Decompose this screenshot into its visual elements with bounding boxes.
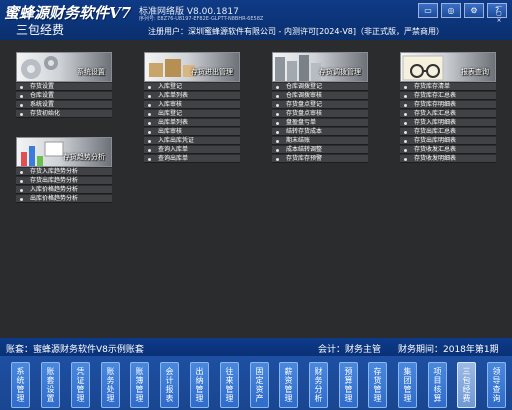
nav-button[interactable]: 出纳管理 (190, 362, 209, 408)
menu-item[interactable]: 出库单列表 (144, 119, 240, 127)
nav-button[interactable]: 领导查询 (487, 362, 506, 408)
menu-item[interactable]: 存货盘点审核 (272, 110, 368, 118)
group-banner[interactable]: 存货调拨管理 (272, 52, 368, 82)
close-button[interactable]: × (492, 18, 506, 24)
group-banner[interactable]: 报表查询 (400, 52, 496, 82)
menu-item[interactable]: 入库出库凭证 (144, 137, 240, 145)
group-trend-analysis: 存货趋势分析 存货入库趋势分析 存货出库趋势分析 入库价格趋势分析 出库价格趋势… (16, 137, 112, 203)
menu-item[interactable]: 存货盘点登记 (272, 101, 368, 109)
menu-item[interactable]: 盘盈盘亏单 (272, 119, 368, 127)
nav-button-active[interactable]: 三包经费 (457, 362, 476, 408)
menu-item[interactable]: 入库单列表 (144, 92, 240, 100)
menu-item[interactable]: 仓库调拨登记 (272, 83, 368, 91)
group-banner[interactable]: 系统设置 (16, 52, 112, 82)
menu-item[interactable]: 存货出库明细表 (400, 137, 496, 145)
menu-item[interactable]: 存货设置 (16, 83, 112, 91)
menu-item[interactable]: 出库价格趋势分析 (16, 195, 112, 203)
title-bar: 蜜蜂源财务软件V7 标准网络版 V8.00.1817 序列号: E8Z76-U8… (0, 0, 512, 40)
settings-icon[interactable]: ⚙ (464, 3, 484, 18)
group-transfer-management: 存货调拨管理 仓库调拨登记 仓库调拨审核 存货盘点登记 存货盘点审核 盘盈盘亏单… (272, 52, 368, 163)
menu-item[interactable]: 存货入库汇总表 (400, 110, 496, 118)
app-logo: 蜜蜂源财务软件V7 (4, 4, 132, 22)
menu-item[interactable]: 存货入库明细表 (400, 119, 496, 127)
group-title: 存货进出管理 (191, 68, 233, 76)
menu-item[interactable]: 入库审核 (144, 101, 240, 109)
gear-icon (21, 56, 58, 79)
menu-item[interactable]: 存货入库趋势分析 (16, 168, 112, 176)
menu-item[interactable]: 存货库存明细表 (400, 101, 496, 109)
status-bar: 账套：蜜蜂源财务软件V8示例账套 会计：财务主管 财务期间：2018年第1期 (0, 338, 512, 356)
nav-button[interactable]: 账务处理 (101, 362, 120, 408)
main-panel: 系统设置 存货设置 仓库设置 系统设置 存货初始化 存货趋势分析 存货入库趋势分… (0, 40, 512, 338)
menu-item[interactable]: 入库价格趋势分析 (16, 186, 112, 194)
menu-item[interactable]: 入库登记 (144, 83, 240, 91)
nav-button[interactable]: 凭证管理 (71, 362, 90, 408)
account-name: 账套：蜜蜂源财务软件V8示例账套 (6, 345, 144, 355)
group-title: 报表查询 (461, 68, 489, 76)
nav-button[interactable]: 存货管理 (368, 362, 387, 408)
nav-button[interactable]: 往来管理 (220, 362, 239, 408)
menu-item[interactable]: 仓库设置 (16, 92, 112, 100)
menu-item[interactable]: 成本结转调整 (272, 146, 368, 154)
menu-item[interactable]: 出库审核 (144, 128, 240, 136)
menu-item[interactable]: 存货库存预警 (272, 155, 368, 163)
nav-button[interactable]: 预算管理 (339, 362, 358, 408)
menu-item[interactable]: 系统设置 (16, 101, 112, 109)
accountant-name: 会计：财务主管 (318, 345, 382, 355)
group-title: 存货调拨管理 (319, 68, 361, 76)
bottom-nav: 系统管理 账套设置 凭证管理 账务处理 账簿管理 会计报表 出纳管理 往来管理 … (0, 356, 512, 410)
menu-item[interactable]: 出库登记 (144, 110, 240, 118)
menu-item[interactable]: 查询入库单 (144, 146, 240, 154)
menu-item[interactable]: 存货初始化 (16, 110, 112, 118)
menu-item[interactable]: 存货出库趋势分析 (16, 177, 112, 185)
group-title: 存货趋势分析 (63, 153, 105, 161)
nav-button[interactable]: 项目核算 (428, 362, 447, 408)
group-system-settings: 系统设置 存货设置 仓库设置 系统设置 存货初始化 (16, 52, 112, 118)
group-title: 系统设置 (77, 68, 105, 76)
menu-item[interactable]: 存货收发汇总表 (400, 146, 496, 154)
nav-button[interactable]: 薪资管理 (279, 362, 298, 408)
nav-button[interactable]: 系统管理 (11, 362, 30, 408)
menu-item[interactable]: 存货出库汇总表 (400, 128, 496, 136)
menu-item[interactable]: 存货库存汇总表 (400, 92, 496, 100)
nav-button[interactable]: 账套设置 (41, 362, 60, 408)
menu-item[interactable]: 存货库存清单 (400, 83, 496, 91)
license-text: 注册用户：深圳蜜蜂源软件有限公司 - 内测许可[2024-V8]（非正式版，严禁… (148, 27, 445, 36)
monitor-icon[interactable]: ▭ (418, 3, 438, 18)
group-banner[interactable]: 存货趋势分析 (16, 137, 112, 167)
window-controls: — ▢ × (492, 4, 506, 24)
module-title: 三包经费 (16, 23, 65, 37)
menu-item[interactable]: 结转存货成本 (272, 128, 368, 136)
globe-icon[interactable]: ◎ (441, 3, 461, 18)
nav-button[interactable]: 财务分析 (309, 362, 328, 408)
menu-item[interactable]: 期末结账 (272, 137, 368, 145)
fiscal-period: 财务期间：2018年第1期 (398, 345, 499, 355)
group-banner[interactable]: 存货进出管理 (144, 52, 240, 82)
serial-number: 序列号: E8Z76-U8197-EF82E-GLPTT-N8BHR-6E58Z (139, 16, 264, 22)
nav-button[interactable]: 集团管理 (398, 362, 417, 408)
menu-item[interactable]: 存货收发明细表 (400, 155, 496, 163)
nav-button[interactable]: 账簿管理 (130, 362, 149, 408)
nav-button[interactable]: 固定资产 (250, 362, 269, 408)
menu-item[interactable]: 查询出库单 (144, 155, 240, 163)
group-inout-management: 存货进出管理 入库登记 入库单列表 入库审核 出库登记 出库单列表 出库审核 入… (144, 52, 240, 163)
menu-item[interactable]: 仓库调拨审核 (272, 92, 368, 100)
nav-button[interactable]: 会计报表 (160, 362, 179, 408)
group-report-query: 报表查询 存货库存清单 存货库存汇总表 存货库存明细表 存货入库汇总表 存货入库… (400, 52, 496, 163)
glasses-icon (402, 55, 444, 81)
